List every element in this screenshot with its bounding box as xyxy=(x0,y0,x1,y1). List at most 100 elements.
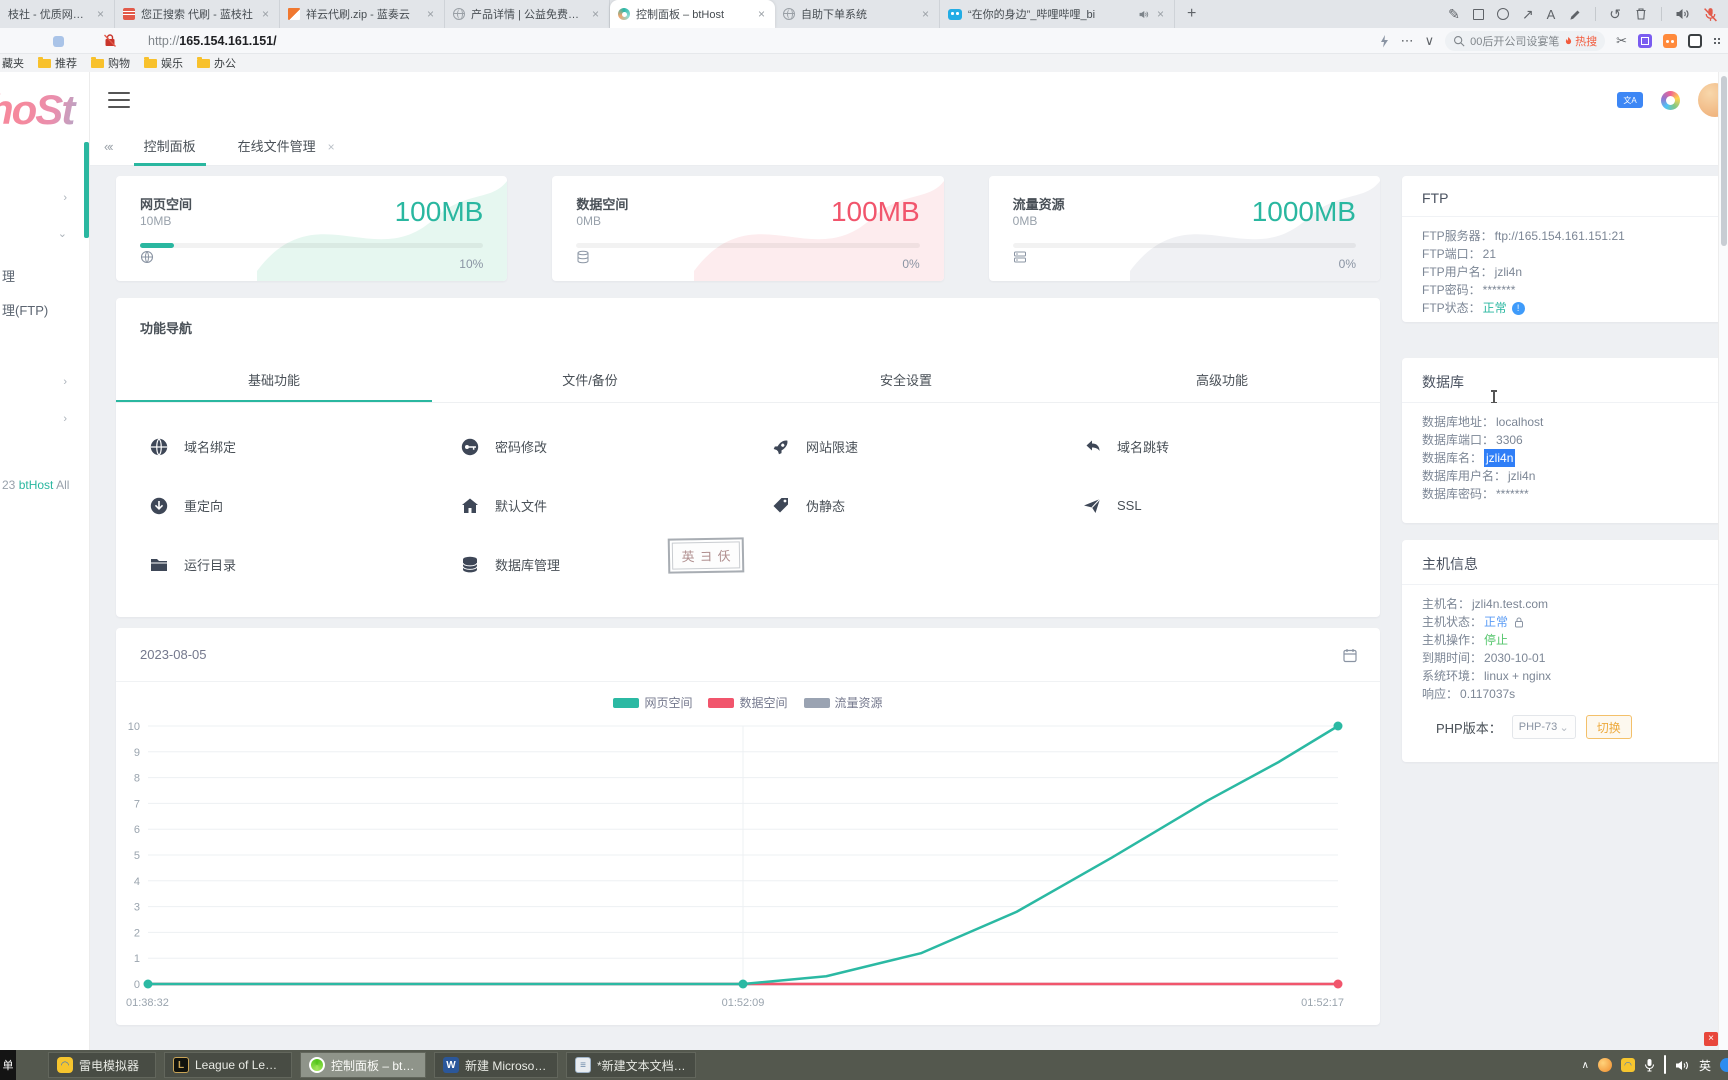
taskbar-cut-item[interactable]: 单 xyxy=(0,1050,16,1080)
arrow-tool-icon[interactable]: ↗ xyxy=(1522,7,1534,21)
bookmarks-folder-cut[interactable]: 藏夹 xyxy=(2,55,24,71)
extension-purple-icon[interactable] xyxy=(1638,34,1652,48)
tray-cut-icon[interactable] xyxy=(1720,1058,1728,1072)
main-content: 网页空间 10MB 100MB 10% 数据空间 0MB 100MB 0% xyxy=(116,166,1380,1025)
feature-domain-bind[interactable]: 域名绑定 xyxy=(126,417,437,476)
stop-action-link[interactable]: 停止 xyxy=(1484,631,1508,649)
feature-default-file[interactable]: 默认文件 xyxy=(437,476,748,535)
tab-file-manager[interactable]: 在线文件管理 xyxy=(228,128,326,166)
speaker-icon[interactable] xyxy=(1675,7,1690,21)
sidebar-item-file-manage[interactable]: 理 xyxy=(2,266,15,285)
tray-expand-icon[interactable]: ∧ xyxy=(1582,1060,1589,1071)
close-icon[interactable]: × xyxy=(328,140,335,154)
tab-security[interactable]: 安全设置 xyxy=(748,359,1064,402)
microphone-muted-icon[interactable] xyxy=(1703,7,1718,22)
bookmark-folder[interactable]: 推荐 xyxy=(38,55,77,71)
bookmark-folder[interactable]: 娱乐 xyxy=(144,55,183,71)
chevron-right-icon[interactable]: › xyxy=(63,413,67,425)
tray-microphone-icon[interactable] xyxy=(1644,1058,1655,1073)
close-icon[interactable]: × xyxy=(260,7,271,21)
legend-item[interactable]: 数据空间 xyxy=(708,694,787,711)
chevron-right-icon[interactable]: › xyxy=(63,192,67,204)
collapse-tabs-icon[interactable]: «‹ xyxy=(104,139,112,154)
feature-run-directory[interactable]: 运行目录 xyxy=(126,535,437,594)
calendar-icon[interactable] xyxy=(1342,647,1358,668)
close-notification-button[interactable]: × xyxy=(1704,1032,1718,1046)
ellipse-tool-icon[interactable] xyxy=(1497,8,1509,20)
feature-site-speed-limit[interactable]: 网站限速 xyxy=(748,417,1059,476)
undo-icon[interactable]: ↺ xyxy=(1609,7,1621,21)
sidebar-item-ftp-manage[interactable]: 理(FTP) xyxy=(2,300,48,319)
database-icon xyxy=(576,250,590,269)
bookmark-folder[interactable]: 办公 xyxy=(197,55,236,71)
insecure-lock-icon[interactable] xyxy=(103,33,117,53)
scissors-icon[interactable]: ✂ xyxy=(1616,33,1627,49)
browser-tab[interactable]: 产品详情 | 公益免费主机互联 × xyxy=(445,0,610,28)
feature-ssl[interactable]: SSL xyxy=(1059,476,1370,535)
taskbar-word[interactable]: W新建 Microsoft W... xyxy=(434,1052,558,1078)
taskbar-bthost[interactable]: 控制面板 – btHost... xyxy=(300,1052,426,1078)
close-icon[interactable]: × xyxy=(756,7,767,21)
php-version-select[interactable]: PHP-73⌄ xyxy=(1512,715,1576,739)
tab-control-panel[interactable]: 控制面板 xyxy=(134,128,206,166)
theme-palette-icon[interactable] xyxy=(1661,91,1680,110)
chevron-right-icon[interactable]: › xyxy=(63,376,67,388)
feature-rewrite[interactable]: 伪静态 xyxy=(748,476,1059,535)
lightning-icon[interactable] xyxy=(1378,34,1390,48)
browser-tab-active[interactable]: 控制面板 – btHost × xyxy=(610,0,775,28)
url-bar[interactable]: http://165.154.161.151/ xyxy=(148,34,277,48)
browser-tab[interactable]: 自助下单系统 × xyxy=(775,0,940,28)
rectangle-tool-icon[interactable] xyxy=(1473,9,1484,20)
selected-text[interactable]: jzli4n xyxy=(1484,449,1515,467)
taskbar-lol[interactable]: LLeague of Legends xyxy=(164,1052,292,1078)
bookmark-folder[interactable]: 购物 xyxy=(91,55,130,71)
browser-tab[interactable]: 祥云代刷.zip - 蓝奏云 × xyxy=(280,0,445,28)
feature-redirect[interactable]: 重定向 xyxy=(126,476,437,535)
browser-tab[interactable]: 您正搜索 代刷 - 蓝枝社 × xyxy=(115,0,280,28)
legend-item[interactable]: 流量资源 xyxy=(804,694,883,711)
menu-toggle-icon[interactable] xyxy=(108,92,130,108)
feature-password-change[interactable]: 密码修改 xyxy=(437,417,748,476)
text-tool-icon[interactable]: A xyxy=(1547,8,1556,21)
hot-search-badge[interactable]: 热搜 xyxy=(1564,33,1597,49)
scrollbar-thumb[interactable] xyxy=(1721,76,1727,246)
php-switch-button[interactable]: 切换 xyxy=(1586,715,1632,739)
chevron-down-icon[interactable]: ∨ xyxy=(1425,33,1435,49)
tab-advanced[interactable]: 高级功能 xyxy=(1064,359,1380,402)
tray-display-icon[interactable] xyxy=(1664,1056,1666,1074)
extension-gamepad-icon[interactable] xyxy=(1663,34,1677,48)
ime-indicator[interactable]: 英 xyxy=(1699,1057,1711,1074)
pencil-icon[interactable]: ✎ xyxy=(1448,7,1460,21)
close-icon[interactable]: × xyxy=(425,7,436,21)
translate-icon[interactable]: 文A xyxy=(1617,92,1643,108)
taskbar-notepad[interactable]: ≡*新建文本文档.txt -... xyxy=(566,1052,696,1078)
page-scrollbar[interactable] xyxy=(1718,72,1728,1050)
chevron-down-icon[interactable]: ⌄ xyxy=(58,227,67,240)
close-icon[interactable]: × xyxy=(920,7,931,21)
more-dots-icon[interactable]: ⋯ xyxy=(1401,33,1414,49)
browser-tab[interactable]: 枝社 - 优质网站源码与插... × xyxy=(0,0,115,28)
apps-grid-icon[interactable] xyxy=(1713,37,1722,46)
tab-basic-functions[interactable]: 基础功能 xyxy=(116,359,432,402)
close-icon[interactable]: × xyxy=(1155,7,1166,21)
trash-icon[interactable] xyxy=(1634,7,1648,21)
document-icon xyxy=(123,8,135,20)
tray-app-icon[interactable] xyxy=(1598,1058,1612,1072)
legend-item[interactable]: 网页空间 xyxy=(613,694,692,711)
audio-playing-icon[interactable] xyxy=(1138,9,1149,20)
info-icon[interactable]: ! xyxy=(1512,302,1525,315)
close-icon[interactable]: × xyxy=(590,7,601,21)
tray-volume-icon[interactable] xyxy=(1675,1059,1690,1072)
close-icon[interactable]: × xyxy=(95,7,106,21)
taskbar-ldplayer[interactable]: ◠雷电模拟器 xyxy=(48,1052,156,1078)
date-picker[interactable]: 2023-08-05 xyxy=(140,647,207,662)
browser-tab[interactable]: “在你的身边”_哔哩哔哩_bi × xyxy=(940,0,1175,28)
reader-mode-icon[interactable] xyxy=(53,36,64,47)
tray-ldplayer-icon[interactable]: ◠ xyxy=(1621,1058,1635,1072)
search-input[interactable]: 00后开公司设宴笔 热搜 xyxy=(1445,31,1605,51)
extension-app-icon[interactable] xyxy=(1688,34,1702,48)
marker-tool-icon[interactable] xyxy=(1568,7,1582,21)
feature-domain-redirect[interactable]: 域名跳转 xyxy=(1059,417,1370,476)
new-tab-button[interactable]: + xyxy=(1175,0,1208,28)
tab-file-backup[interactable]: 文件/备份 xyxy=(432,359,748,402)
